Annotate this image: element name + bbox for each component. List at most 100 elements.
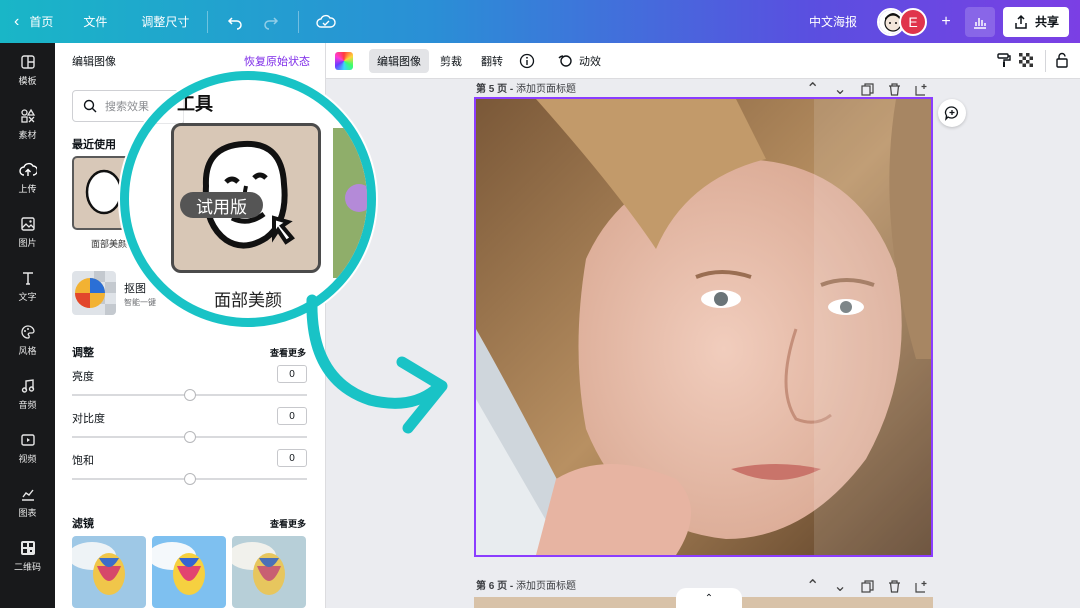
filter-thumbnail[interactable] [152, 536, 226, 608]
page-6-label: 第 6 页 - 添加页面标题 [476, 577, 576, 592]
redo-button[interactable] [258, 9, 284, 35]
paint-format-button[interactable] [996, 52, 1012, 71]
duplicate-page-icon[interactable] [861, 579, 874, 593]
flip-button[interactable]: 翻转 [473, 49, 511, 73]
portrait-photo [476, 99, 931, 555]
slider-handle[interactable] [184, 389, 196, 401]
comment-plus-icon [944, 106, 958, 121]
cloud-save-button[interactable] [313, 9, 339, 35]
flip-label: 翻转 [481, 55, 503, 68]
edit-image-label: 编辑图像 [377, 55, 421, 68]
transparency-icon [1019, 53, 1033, 67]
contrast-slider[interactable] [72, 431, 307, 443]
slider-handle[interactable] [184, 473, 196, 485]
nav-item-video[interactable]: 视频 [0, 421, 55, 475]
show-pages-button[interactable]: ⌃ [676, 588, 742, 608]
nav-item-styles[interactable]: 风格 [0, 313, 55, 367]
recent-section-title: 最近使用 [72, 139, 116, 151]
edit-image-button[interactable]: 编辑图像 [369, 48, 429, 73]
page-6-number: 第 6 页 - [476, 581, 514, 592]
nav-label: 图片 [18, 237, 37, 248]
filter-thumbnail[interactable] [72, 536, 146, 608]
insights-button[interactable] [964, 6, 995, 37]
nav-item-photos[interactable]: 图片 [0, 205, 55, 259]
lock-icon [1056, 52, 1068, 68]
crop-button[interactable]: 剪裁 [432, 49, 470, 73]
lock-button[interactable] [1054, 52, 1070, 71]
page-5-controls: ⌃ ⌄ [806, 79, 928, 99]
page-5-title-input[interactable]: 添加页面标题 [516, 84, 576, 95]
info-button[interactable] [511, 49, 543, 73]
nav-label: 文字 [18, 291, 37, 302]
chevron-down-icon[interactable]: ⌄ [833, 79, 846, 99]
left-nav: 模板 素材 上传 图片 文字 风格 音频 视频 图表 二维码 [0, 43, 55, 608]
text-icon [22, 271, 33, 285]
info-icon [519, 53, 535, 68]
chevron-up-icon: ⌃ [704, 592, 714, 604]
color-picker-swatch[interactable] [335, 51, 353, 70]
chevron-up-icon[interactable]: ⌃ [806, 576, 819, 596]
delete-page-icon[interactable] [888, 579, 901, 593]
add-page-icon[interactable] [915, 580, 928, 593]
collaborator-avatar[interactable]: E [898, 7, 927, 36]
upload-icon [18, 162, 37, 176]
nav-item-qrcode[interactable]: 二维码 [0, 529, 55, 583]
nav-label: 图表 [18, 507, 37, 518]
add-comment-button[interactable] [938, 99, 966, 127]
divider [298, 10, 300, 33]
nav-label: 风格 [18, 345, 37, 356]
saturation-value-input[interactable]: 0 [277, 449, 307, 467]
qrcode-icon [20, 540, 35, 555]
filters-see-more-link[interactable]: 查看更多 [270, 517, 306, 530]
resize-button[interactable]: 调整尺寸 [141, 0, 189, 43]
nav-label: 视频 [18, 453, 37, 464]
panel-title: 编辑图像 [72, 56, 116, 68]
reset-button[interactable]: 恢复原始状态 [244, 53, 310, 69]
nav-label: 模板 [18, 75, 37, 86]
delete-page-icon[interactable] [888, 82, 901, 96]
share-button[interactable]: 共享 [1002, 6, 1069, 37]
divider [1045, 50, 1046, 72]
search-icon [129, 94, 184, 124]
chevron-up-icon[interactable]: ⌃ [806, 79, 819, 99]
hot-air-balloon-image [232, 536, 306, 608]
page-5-number: 第 5 页 - [476, 84, 514, 95]
file-menu[interactable]: 文件 [83, 0, 107, 43]
add-collaborator-button[interactable]: + [933, 9, 959, 35]
slider-handle[interactable] [184, 431, 196, 443]
undo-button[interactable] [222, 9, 248, 35]
share-label: 共享 [1034, 15, 1059, 29]
callout-header-fragment: 工具 [177, 94, 213, 114]
divider [207, 10, 209, 33]
context-toolbar: 编辑图像 剪裁 翻转 动效 [326, 43, 1080, 79]
paint-roller-icon [997, 53, 1011, 67]
home-button[interactable]: ‹ 首页 [14, 0, 53, 43]
adjust-section-title: 调整 [72, 347, 94, 359]
page-6-controls: ⌃ ⌄ [806, 576, 928, 596]
add-page-icon[interactable] [915, 83, 928, 96]
brightness-slider[interactable] [72, 389, 307, 401]
avatar-letter: E [908, 13, 918, 30]
saturation-slider[interactable] [72, 473, 307, 485]
transparency-button[interactable] [1018, 52, 1034, 71]
nav-item-elements[interactable]: 素材 [0, 97, 55, 151]
chevron-down-icon[interactable]: ⌄ [833, 576, 846, 596]
video-icon [20, 433, 35, 446]
nav-item-uploads[interactable]: 上传 [0, 151, 55, 205]
nav-item-charts[interactable]: 图表 [0, 475, 55, 529]
trial-badge: 试用版 [180, 192, 263, 218]
bg-remover-thumbnail[interactable] [72, 271, 116, 315]
filter-thumbnail[interactable] [232, 536, 306, 608]
elements-icon [20, 108, 35, 123]
filters-section-title: 滤镜 [72, 518, 94, 530]
nav-item-audio[interactable]: 音频 [0, 367, 55, 421]
duplicate-page-icon[interactable] [861, 82, 874, 96]
animate-button[interactable]: 动效 [549, 49, 609, 73]
nav-item-text[interactable]: 文字 [0, 259, 55, 313]
document-title[interactable]: 中文海报 [809, 13, 857, 30]
nav-item-templates[interactable]: 模板 [0, 43, 55, 97]
design-page-photo[interactable] [474, 97, 933, 557]
page-6-title-input[interactable]: 添加页面标题 [516, 581, 576, 592]
nav-label: 音频 [18, 399, 37, 410]
undo-icon [228, 16, 243, 30]
